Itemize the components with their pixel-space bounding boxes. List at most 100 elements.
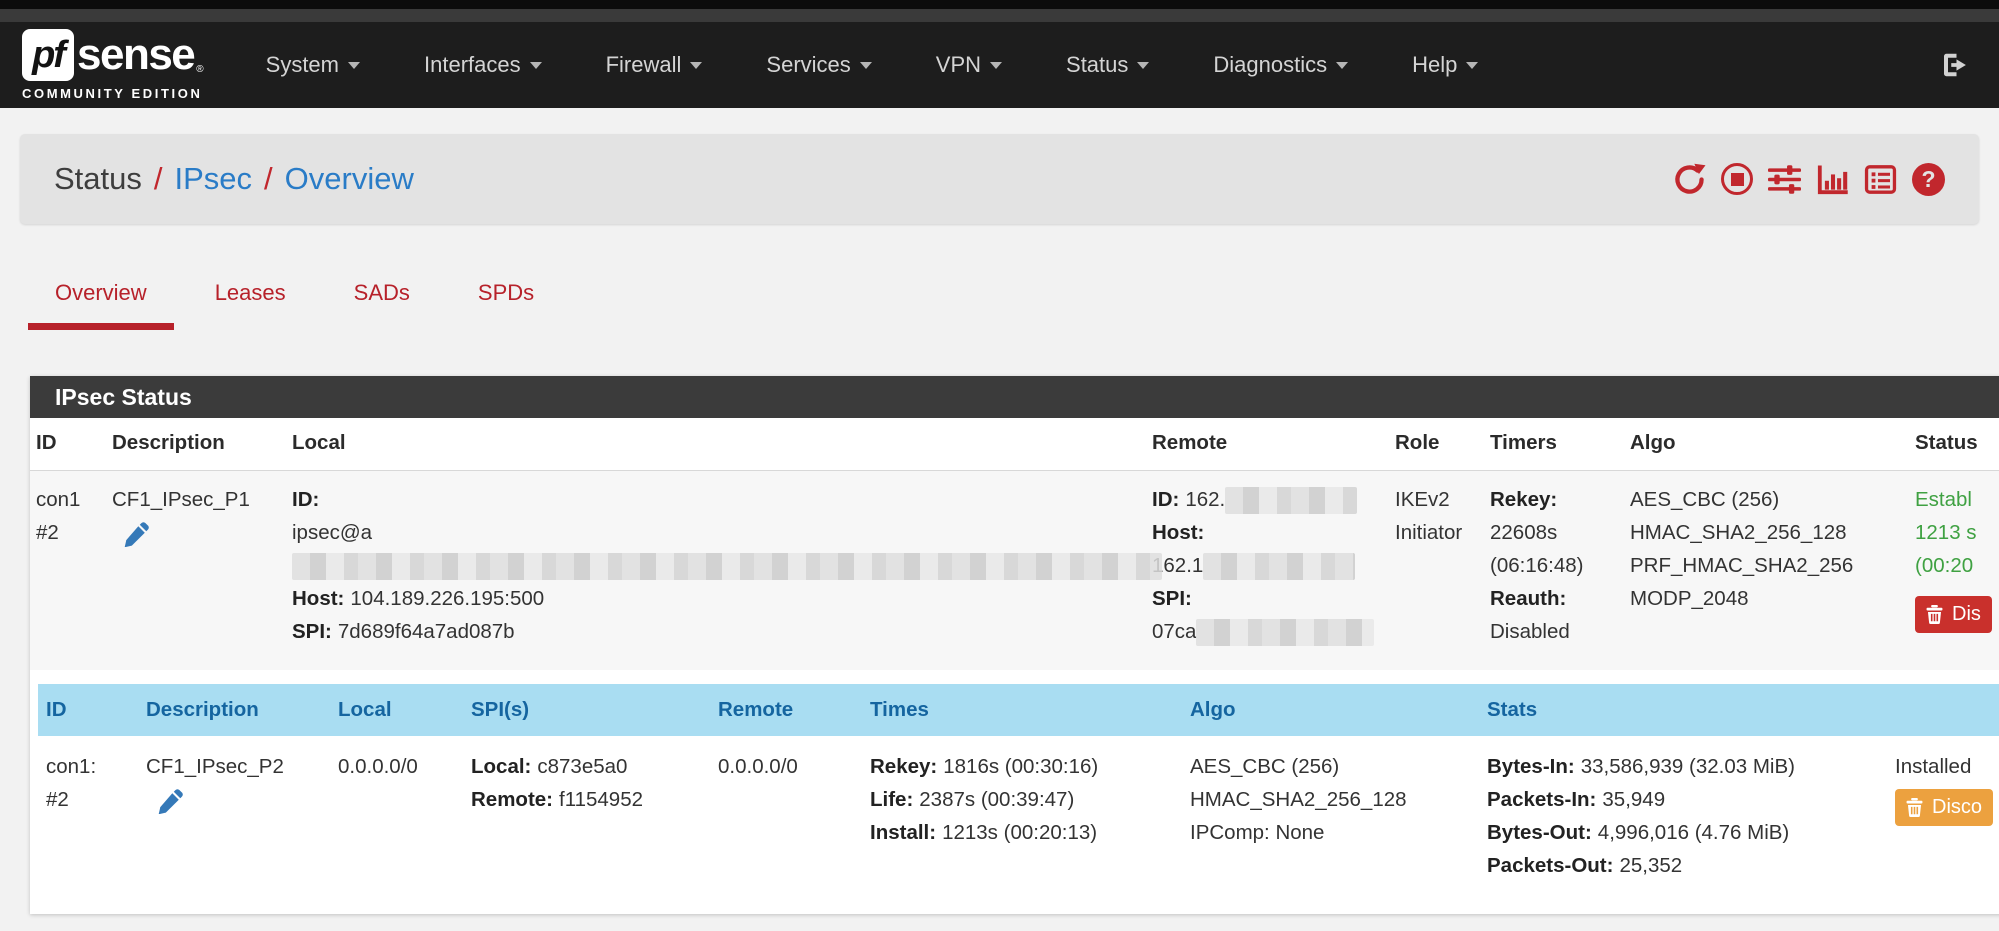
ike-role: Initiator [1395, 516, 1478, 549]
chart-icon[interactable] [1816, 163, 1849, 196]
chevron-down-icon [990, 62, 1002, 69]
col-algo: Algo [1182, 684, 1479, 736]
connection-id: con1: [46, 750, 130, 783]
breadcrumb-toolbar: ? [1673, 163, 1945, 196]
edit-icon[interactable] [158, 787, 185, 814]
spi-local-label: Local: [471, 755, 531, 778]
remote-id-value: 162. [1185, 488, 1225, 511]
stop-service-icon[interactable] [1721, 163, 1753, 195]
child-stats-cell: Bytes-In:33,586,939 (32.03 MiB) Packets-… [1479, 736, 1887, 892]
nav-item-help[interactable]: Help [1412, 52, 1478, 78]
refresh-icon[interactable] [1673, 163, 1706, 196]
tab-sads[interactable]: SADs [327, 280, 437, 330]
col-spis: SPI(s) [463, 684, 710, 736]
help-icon[interactable]: ? [1912, 163, 1945, 196]
packets-out-label: Packets-Out: [1487, 854, 1613, 877]
browser-top-strip [0, 0, 1999, 9]
log-icon[interactable] [1864, 163, 1897, 196]
ike-algo-cell: AES_CBC (256) HMAC_SHA2_256_128 PRF_HMAC… [1624, 471, 1909, 671]
local-spi-value: 7d689f64a7ad087b [338, 620, 515, 643]
child-local-cell: 0.0.0.0/0 [330, 736, 463, 892]
tab-leases[interactable]: Leases [188, 280, 313, 330]
col-remote: Remote [710, 684, 862, 736]
install-label: Install: [870, 821, 936, 844]
col-algo: Algo [1624, 418, 1909, 471]
pfsense-logo[interactable]: pf sense ® COMMUNITY EDITION [22, 29, 204, 101]
nav-label: Status [1066, 52, 1128, 78]
breadcrumb-link-overview[interactable]: Overview [285, 161, 414, 197]
spi-remote-label: Remote: [471, 788, 553, 811]
algo-encryption: AES_CBC (256) [1190, 750, 1471, 783]
col-timers: Timers [1484, 418, 1624, 471]
ike-sa-row: con1 #2 CF1_IPsec_P1 ID: ipsec@a Host:10… [30, 471, 1999, 671]
col-times: Times [862, 684, 1182, 736]
child-header-row: ID Description Local SPI(s) Remote Times… [38, 684, 1999, 736]
ike-description-cell: CF1_IPsec_P1 [106, 471, 286, 671]
col-actions [1887, 684, 1999, 736]
chevron-down-icon [1336, 62, 1348, 69]
child-sa-section: ID Description Local SPI(s) Remote Times… [38, 684, 1999, 914]
remote-spi-value: 07ca [1152, 620, 1196, 643]
reauth-label: Reauth: [1490, 582, 1612, 615]
chevron-down-icon [1137, 62, 1149, 69]
packets-out-value: 25,352 [1619, 854, 1682, 877]
panel-title: IPsec Status [30, 376, 1999, 418]
child-status-cell: Installed Disco [1887, 736, 1999, 892]
tab-overview[interactable]: Overview [28, 280, 174, 330]
col-local: Local [286, 418, 1146, 471]
nav-item-services[interactable]: Services [766, 52, 871, 78]
disconnect-child-button[interactable]: Disco [1895, 789, 1993, 826]
algo-integrity: HMAC_SHA2_256_128 [1190, 783, 1471, 816]
nav-item-status[interactable]: Status [1066, 52, 1149, 78]
chevron-down-icon [348, 62, 360, 69]
rekey-label: Rekey: [870, 755, 937, 778]
child-spi-cell: Local:c873e5a0 Remote:f1154952 [463, 736, 710, 892]
child-description-cell: CF1_IPsec_P2 [138, 736, 330, 892]
stop-square [1731, 173, 1744, 186]
nav-item-firewall[interactable]: Firewall [606, 52, 703, 78]
nav-item-vpn[interactable]: VPN [936, 52, 1002, 78]
col-description: Description [138, 684, 330, 736]
disconnect-button[interactable]: Dis [1915, 596, 1992, 633]
chevron-down-icon [530, 62, 542, 69]
chevron-down-icon [1466, 62, 1478, 69]
edit-icon[interactable] [124, 520, 151, 547]
chevron-down-icon [690, 62, 702, 69]
redacted-remote-id [1225, 487, 1357, 514]
ike-remote-cell: ID:162. Host: 162.1 SPI: 07ca [1146, 471, 1389, 671]
tab-spds[interactable]: SPDs [451, 280, 561, 330]
local-spi-label: SPI: [292, 620, 332, 643]
trash-icon [1906, 798, 1923, 817]
trash-icon [1926, 605, 1943, 624]
ike-local-cell: ID: ipsec@a Host:104.189.226.195:500 SPI… [286, 471, 1146, 671]
status-established: Establ [1915, 483, 1999, 516]
life-label: Life: [870, 788, 913, 811]
phase2-description: CF1_IPsec_P2 [146, 750, 322, 783]
filter-icon[interactable] [1768, 163, 1801, 196]
tunnel-description: CF1_IPsec_P1 [112, 483, 280, 516]
rekey-value: 1816s (00:30:16) [943, 755, 1098, 778]
algo-dh-group: MODP_2048 [1630, 582, 1903, 615]
child-sa-number: #2 [46, 783, 130, 816]
ike-header-row: ID Description Local Remote Role Timers … [30, 418, 1999, 471]
browser-top-strip-2 [0, 9, 1999, 22]
bytes-out-label: Bytes-Out: [1487, 821, 1592, 844]
breadcrumb-link-ipsec[interactable]: IPsec [175, 161, 253, 197]
ike-version: IKEv2 [1395, 483, 1478, 516]
spi-local-value: c873e5a0 [537, 755, 627, 778]
top-navbar: pf sense ® COMMUNITY EDITION System Inte… [0, 22, 1999, 108]
child-id-cell: con1: #2 [38, 736, 138, 892]
algo-ipcomp: IPComp: None [1190, 816, 1471, 849]
logout-icon[interactable] [1939, 50, 1969, 80]
child-remote-cell: 0.0.0.0/0 [710, 736, 862, 892]
nav-item-diagnostics[interactable]: Diagnostics [1213, 52, 1348, 78]
reauth-value: Disabled [1490, 615, 1618, 648]
nav-item-system[interactable]: System [266, 52, 360, 78]
ike-id-cell: con1 #2 [30, 471, 106, 671]
logo-tagline: COMMUNITY EDITION [22, 86, 204, 101]
ike-sa-number: #2 [36, 516, 100, 549]
nav-label: Help [1412, 52, 1457, 78]
status-age-seconds: 1213 s [1915, 516, 1999, 549]
connection-id: con1 [36, 483, 100, 516]
nav-item-interfaces[interactable]: Interfaces [424, 52, 542, 78]
